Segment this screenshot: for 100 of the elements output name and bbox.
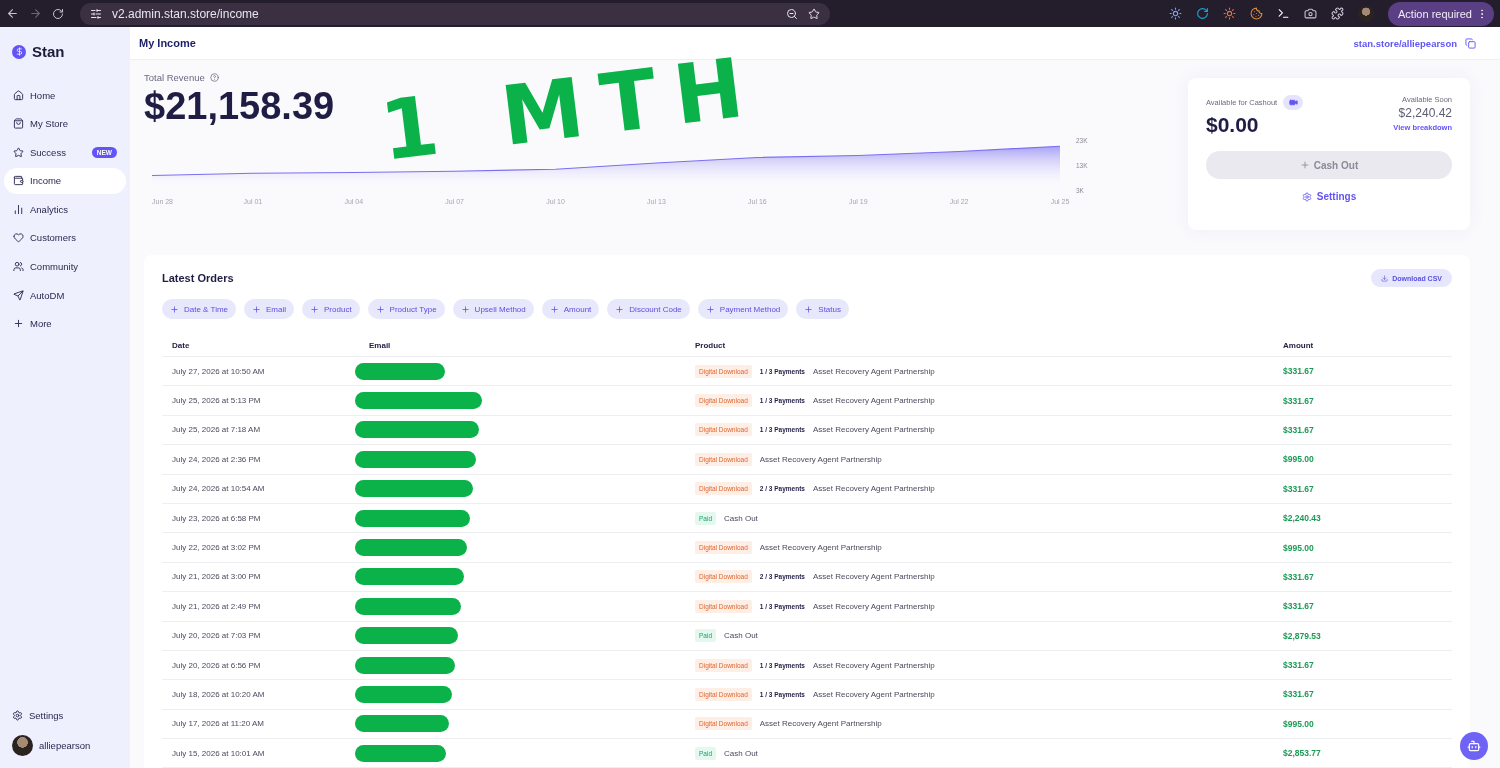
product-name: Asset Recovery Agent Partnership [812, 690, 935, 699]
amount-text: $2,240.43 [1283, 513, 1321, 524]
settings-link[interactable]: Settings [4, 710, 126, 721]
plus-icon [804, 304, 814, 314]
zoom-icon[interactable] [786, 7, 798, 20]
filter-chip[interactable]: Status [796, 299, 849, 319]
amount-text: $995.00 [1283, 454, 1314, 465]
cookie-icon[interactable] [1250, 7, 1263, 20]
plus-icon [310, 304, 320, 314]
site-settings-icon[interactable] [90, 7, 102, 20]
revenue-label: Total Revenue [144, 72, 205, 83]
plus-icon [549, 304, 559, 314]
nav-item[interactable]: My Store [4, 110, 126, 137]
plus-icon [13, 318, 24, 330]
nav-item[interactable]: Income [4, 167, 126, 194]
bag-icon [13, 118, 24, 130]
product-name: Asset Recovery Agent Partnership [759, 454, 882, 464]
product-name: Asset Recovery Agent Partnership [812, 601, 935, 611]
column-header[interactable]: Product [685, 335, 1273, 357]
terminal-icon[interactable] [1277, 7, 1290, 20]
plus-icon [1299, 160, 1310, 170]
amount-text: $331.67 [1283, 424, 1314, 435]
filter-chip[interactable]: Product Type [367, 299, 445, 319]
store-link[interactable]: stan.store/alliepearson [1353, 37, 1457, 49]
product-name: Cash Out [724, 513, 758, 523]
gear-icon [1301, 191, 1312, 202]
product-name: Asset Recovery Agent Partnership [812, 572, 935, 582]
filter-chip[interactable]: Upsell Method [452, 299, 534, 319]
product-name: Asset Recovery Agent Partnership [759, 543, 882, 553]
home-icon [13, 89, 24, 101]
plus-icon [375, 304, 385, 314]
amount-text: $331.67 [1283, 689, 1314, 700]
bar-chart-icon [13, 203, 24, 215]
amount-text: $331.67 [1283, 571, 1314, 582]
extensions-icon[interactable] [1331, 7, 1344, 20]
settings-button[interactable]: Settings [1295, 190, 1363, 203]
product-name: Cash Out [724, 748, 758, 758]
download-icon [1381, 274, 1389, 282]
nav-item[interactable]: AutoDM [4, 282, 126, 309]
filter-chip[interactable]: Amount [541, 299, 600, 319]
product-name: Asset Recovery Agent Partnership [812, 366, 935, 376]
product-name: Asset Recovery Agent Partnership [812, 425, 935, 435]
filter-chip[interactable]: Product [302, 299, 360, 319]
plus-icon [705, 304, 715, 314]
username[interactable]: alliepearson [39, 740, 91, 751]
brand-name: Stan [32, 43, 65, 60]
user-avatar[interactable] [12, 735, 33, 756]
amount-text: $331.67 [1283, 601, 1314, 612]
plus-icon [460, 304, 470, 314]
nav-item[interactable]: Analytics [4, 196, 126, 223]
wallet-icon [13, 175, 24, 187]
users-icon [13, 261, 24, 273]
product-name: Asset Recovery Agent Partnership [812, 396, 935, 406]
filter-chip[interactable]: Payment Method [697, 299, 789, 319]
column-header[interactable]: Date [162, 335, 359, 357]
filter-chip[interactable]: Email [244, 299, 295, 319]
section-title: Latest Orders [162, 272, 234, 284]
heart-icon [13, 232, 24, 244]
amount-text: $995.00 [1283, 542, 1314, 553]
logo-icon [12, 44, 26, 59]
address-bar[interactable]: v2.admin.stan.store/income [80, 2, 830, 25]
amount-text: $995.00 [1283, 718, 1314, 729]
action-required-button[interactable]: Action required [1388, 1, 1494, 26]
video-icon [1288, 98, 1298, 107]
plus-icon [170, 304, 179, 314]
handwritten-note: 1 MTH [376, 45, 766, 173]
column-header[interactable]: Amount [1273, 335, 1452, 357]
forward-icon[interactable] [29, 7, 42, 20]
amount-text: $2,879.53 [1283, 630, 1321, 641]
filter-chip[interactable]: Discount Code [607, 299, 690, 319]
soon-amount: $2,240.42 [1397, 106, 1452, 120]
plus-icon [615, 304, 625, 314]
nav-item[interactable]: Home [4, 82, 126, 108]
video-button[interactable] [1283, 95, 1304, 110]
amount-text: $331.67 [1283, 366, 1314, 377]
camera-icon[interactable] [1304, 7, 1317, 20]
copy-icon[interactable] [1465, 37, 1476, 49]
reload-icon[interactable] [52, 7, 64, 20]
nav-item[interactable]: Customers [4, 224, 126, 251]
bookmark-icon[interactable] [808, 7, 820, 20]
column-header[interactable]: Email [359, 335, 685, 357]
revenue-amount: $21,158.39 [144, 85, 335, 128]
amount-text: $331.67 [1283, 395, 1314, 406]
profile-avatar[interactable] [1358, 5, 1374, 22]
amount-text: $331.67 [1283, 660, 1314, 671]
product-name: Asset Recovery Agent Partnership [812, 660, 935, 670]
nav-item[interactable]: Community [4, 253, 126, 280]
nav-item[interactable]: More [4, 310, 126, 337]
plus-icon [252, 304, 261, 314]
robot-icon [1467, 739, 1481, 753]
send-icon [13, 289, 24, 301]
filter-chip[interactable]: Date & Time [162, 299, 236, 319]
star-icon [13, 146, 24, 158]
help-icon[interactable] [209, 73, 219, 82]
product-name: Asset Recovery Agent Partnership [759, 719, 882, 729]
gear-icon [12, 710, 23, 721]
cashout-amount: $0.00 [1206, 113, 1260, 137]
product-name: Asset Recovery Agent Partnership [812, 484, 935, 494]
amount-text: $2,853.77 [1283, 748, 1321, 759]
back-icon[interactable] [6, 7, 19, 20]
